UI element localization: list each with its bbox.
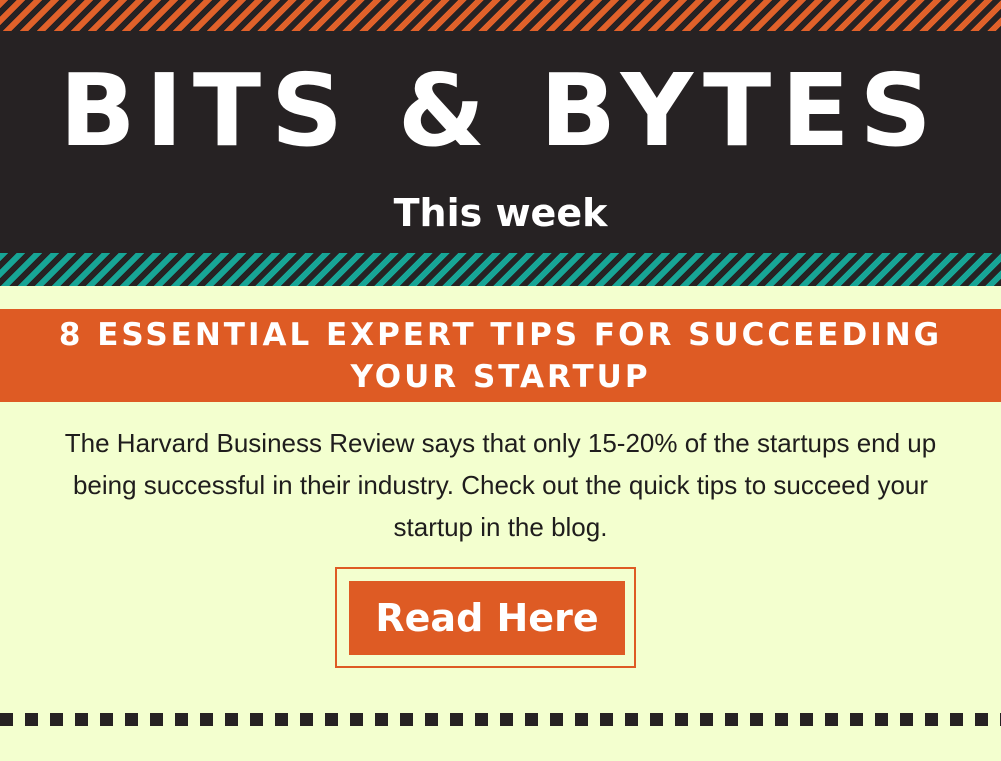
article-title-banner: 8 ESSENTIAL EXPERT TIPS FOR SUCCEEDING Y… [0,309,1001,402]
dashed-divider [0,713,1001,726]
newsletter-subtitle: This week [393,191,608,235]
newsletter-title: BITS & BYTES [59,52,942,169]
newsletter-header: BITS & BYTES This week [0,31,1001,253]
top-stripe-divider [0,0,1001,31]
article-title: 8 ESSENTIAL EXPERT TIPS FOR SUCCEEDING Y… [58,316,943,395]
header-stripe-divider [0,253,1001,286]
read-here-button[interactable]: Read Here [349,581,625,655]
article-body: The Harvard Business Review says that on… [64,428,937,542]
